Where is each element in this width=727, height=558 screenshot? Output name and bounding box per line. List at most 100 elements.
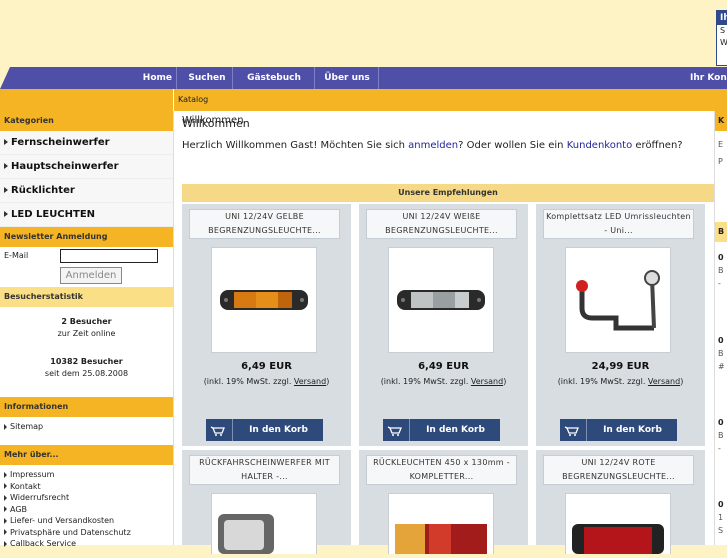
nav-guestbook-link[interactable]: Gästebuch <box>238 67 310 89</box>
right-header-fragment: K <box>718 116 725 125</box>
category-item[interactable]: Rücklichter <box>0 179 173 203</box>
product-title-link[interactable]: UNI 12/24V WEIßE BEGRENZUNGSLEUCHTE... <box>366 209 517 239</box>
category-item[interactable]: LED LEUCHTEN <box>0 203 173 227</box>
login-box-line-1: S <box>720 26 726 35</box>
tax-suffix: ) <box>326 377 330 386</box>
nav-divider <box>176 67 177 89</box>
nav-about-link[interactable]: Über uns <box>320 67 374 89</box>
right-text-fragment: E <box>718 140 724 149</box>
breadcrumb[interactable]: Katalog <box>178 89 208 111</box>
add-to-cart-button[interactable]: In den Korb <box>206 419 323 441</box>
product-image[interactable] <box>211 247 317 353</box>
sitemap-label: Sitemap <box>10 422 44 431</box>
welcome-heading: Willkommen <box>182 115 244 126</box>
more-about-link[interactable]: Impressum <box>0 469 173 481</box>
reversing-light-icon <box>218 514 274 554</box>
breadcrumb-left-cell <box>0 89 174 111</box>
category-item[interactable]: Hauptscheinwerfer <box>0 155 173 179</box>
welcome-text-part-1: Herzlich Willkommen Gast! Möchten Sie si… <box>182 140 409 151</box>
more-about-link[interactable]: AGB <box>0 504 173 516</box>
shipping-link[interactable]: Versand <box>294 377 326 386</box>
visitors-online-count: 2 Besucher <box>61 317 112 326</box>
product-price: 24,99 EUR <box>591 361 650 372</box>
shipping-link[interactable]: Versand <box>648 377 680 386</box>
category-item[interactable]: Fernscheinwerfer <box>0 131 173 155</box>
more-about-label: Privatsphäre und Datenschutz <box>10 527 131 537</box>
nav-home-link[interactable]: Home <box>134 67 172 89</box>
visitor-stats-header: Besucherstatistik <box>0 287 173 307</box>
information-header: Informationen <box>0 397 173 417</box>
product-title-link[interactable]: RÜCKFAHRSCHEINWERFER MIT HALTER -... <box>189 455 340 485</box>
outline-light-set-icon <box>576 270 660 331</box>
right-text-fragment: B <box>718 431 724 440</box>
product-title-link[interactable]: Komplettsatz LED Umrissleuchten - Uni... <box>543 209 694 239</box>
cart-icon <box>560 419 587 441</box>
product-title-link[interactable]: RÜCKLEUCHTEN 450 x 130mm - KOMPLETTER... <box>366 455 517 485</box>
amber-marker-light-icon <box>220 290 308 310</box>
welcome-message-line: Herzlich Willkommen Gast! Möchten Sie si… <box>182 140 683 151</box>
more-about-link[interactable]: Privatsphäre und Datenschutz <box>0 527 173 539</box>
nav-account-link[interactable]: Ihr Kon <box>690 67 727 89</box>
more-about-link[interactable]: Callback Service <box>0 538 173 550</box>
product-image[interactable] <box>388 247 494 353</box>
newsletter-form: E-Mail Anmelden <box>0 247 173 287</box>
product-tax-note: (inkl. 19% MwSt. zzgl. Versand) <box>359 377 528 386</box>
triangle-right-icon <box>4 483 7 489</box>
right-text-fragment: - <box>718 279 721 288</box>
triangle-right-icon <box>4 540 7 547</box>
white-marker-light-icon <box>397 290 485 310</box>
login-box: Ihr S W <box>716 10 727 66</box>
email-label: E-Mail <box>4 251 29 260</box>
right-text-fragment: # <box>718 362 725 371</box>
cart-icon <box>383 419 410 441</box>
nav-divider <box>314 67 315 89</box>
category-label: Hauptscheinwerfer <box>11 161 119 172</box>
triangle-right-icon <box>4 529 7 535</box>
add-to-cart-label: In den Korb <box>603 425 662 435</box>
right-text-fragment: P <box>718 157 723 166</box>
right-text-fragment: S <box>718 526 724 535</box>
right-text-fragment: B <box>718 349 724 358</box>
more-about-label: Kontakt <box>10 481 41 491</box>
triangle-right-icon <box>4 187 8 193</box>
right-box-header: K <box>715 111 727 131</box>
tax-prefix: (inkl. 19% MwSt. zzgl. <box>203 377 294 386</box>
create-account-link[interactable]: Kundenkonto <box>567 140 633 151</box>
product-card: RÜCKLEUCHTEN 450 x 130mm - KOMPLETTER... <box>359 450 528 554</box>
product-card: UNI 12/24V WEIßE BEGRENZUNGSLEUCHTE... 6… <box>359 204 528 446</box>
shipping-link[interactable]: Versand <box>471 377 503 386</box>
nav-search-link[interactable]: Suchen <box>184 67 230 89</box>
add-to-cart-button[interactable]: In den Korb <box>383 419 500 441</box>
triangle-right-icon <box>4 506 7 512</box>
product-card: Komplettsatz LED Umrissleuchten - Uni...… <box>536 204 705 446</box>
visitor-stats-body: 2 Besucher zur Zeit online 10382 Besuche… <box>0 307 173 397</box>
triangle-right-icon <box>4 471 7 478</box>
newsletter-subscribe-button[interactable]: Anmelden <box>60 267 122 284</box>
breadcrumb-bar: Katalog <box>0 89 727 111</box>
login-link[interactable]: anmelden <box>408 140 458 151</box>
product-image[interactable] <box>565 247 671 353</box>
add-to-cart-button[interactable]: In den Korb <box>560 419 677 441</box>
newsletter-email-input[interactable] <box>60 249 158 263</box>
product-title-link[interactable]: UNI 12/24V GELBE BEGRENZUNGSLEUCHTE... <box>189 209 340 239</box>
category-label: LED LEUCHTEN <box>11 209 96 220</box>
top-navigation: Home Suchen Gästebuch Über uns Ihr Kon <box>0 67 727 89</box>
sitemap-link[interactable]: Sitemap <box>0 420 173 433</box>
tax-suffix: ) <box>503 377 507 386</box>
nav-decoration <box>0 67 10 89</box>
add-to-cart-label: In den Korb <box>249 425 308 435</box>
more-about-label: Impressum <box>10 470 55 479</box>
more-about-label: Liefer- und Versandkosten <box>10 516 115 525</box>
more-about-label: Callback Service <box>10 539 77 548</box>
login-box-title: Ihr <box>717 11 727 25</box>
product-title-link[interactable]: UNI 12/24V ROTE BEGRENZUNGSLEUCHTE... <box>543 455 694 485</box>
triangle-right-icon <box>4 139 8 145</box>
more-about-link[interactable]: Kontakt <box>0 481 173 493</box>
more-about-link[interactable]: Widerrufsrecht <box>0 492 173 504</box>
product-card: UNI 12/24V ROTE BEGRENZUNGSLEUCHTE... <box>536 450 705 554</box>
right-text-fragment: 0 <box>718 253 724 262</box>
product-price: 6,49 EUR <box>241 361 292 372</box>
more-about-link[interactable]: Liefer- und Versandkosten <box>0 515 173 527</box>
add-to-cart-label: In den Korb <box>426 425 485 435</box>
welcome-text-part-2: ? Oder wollen Sie ein <box>458 140 567 151</box>
